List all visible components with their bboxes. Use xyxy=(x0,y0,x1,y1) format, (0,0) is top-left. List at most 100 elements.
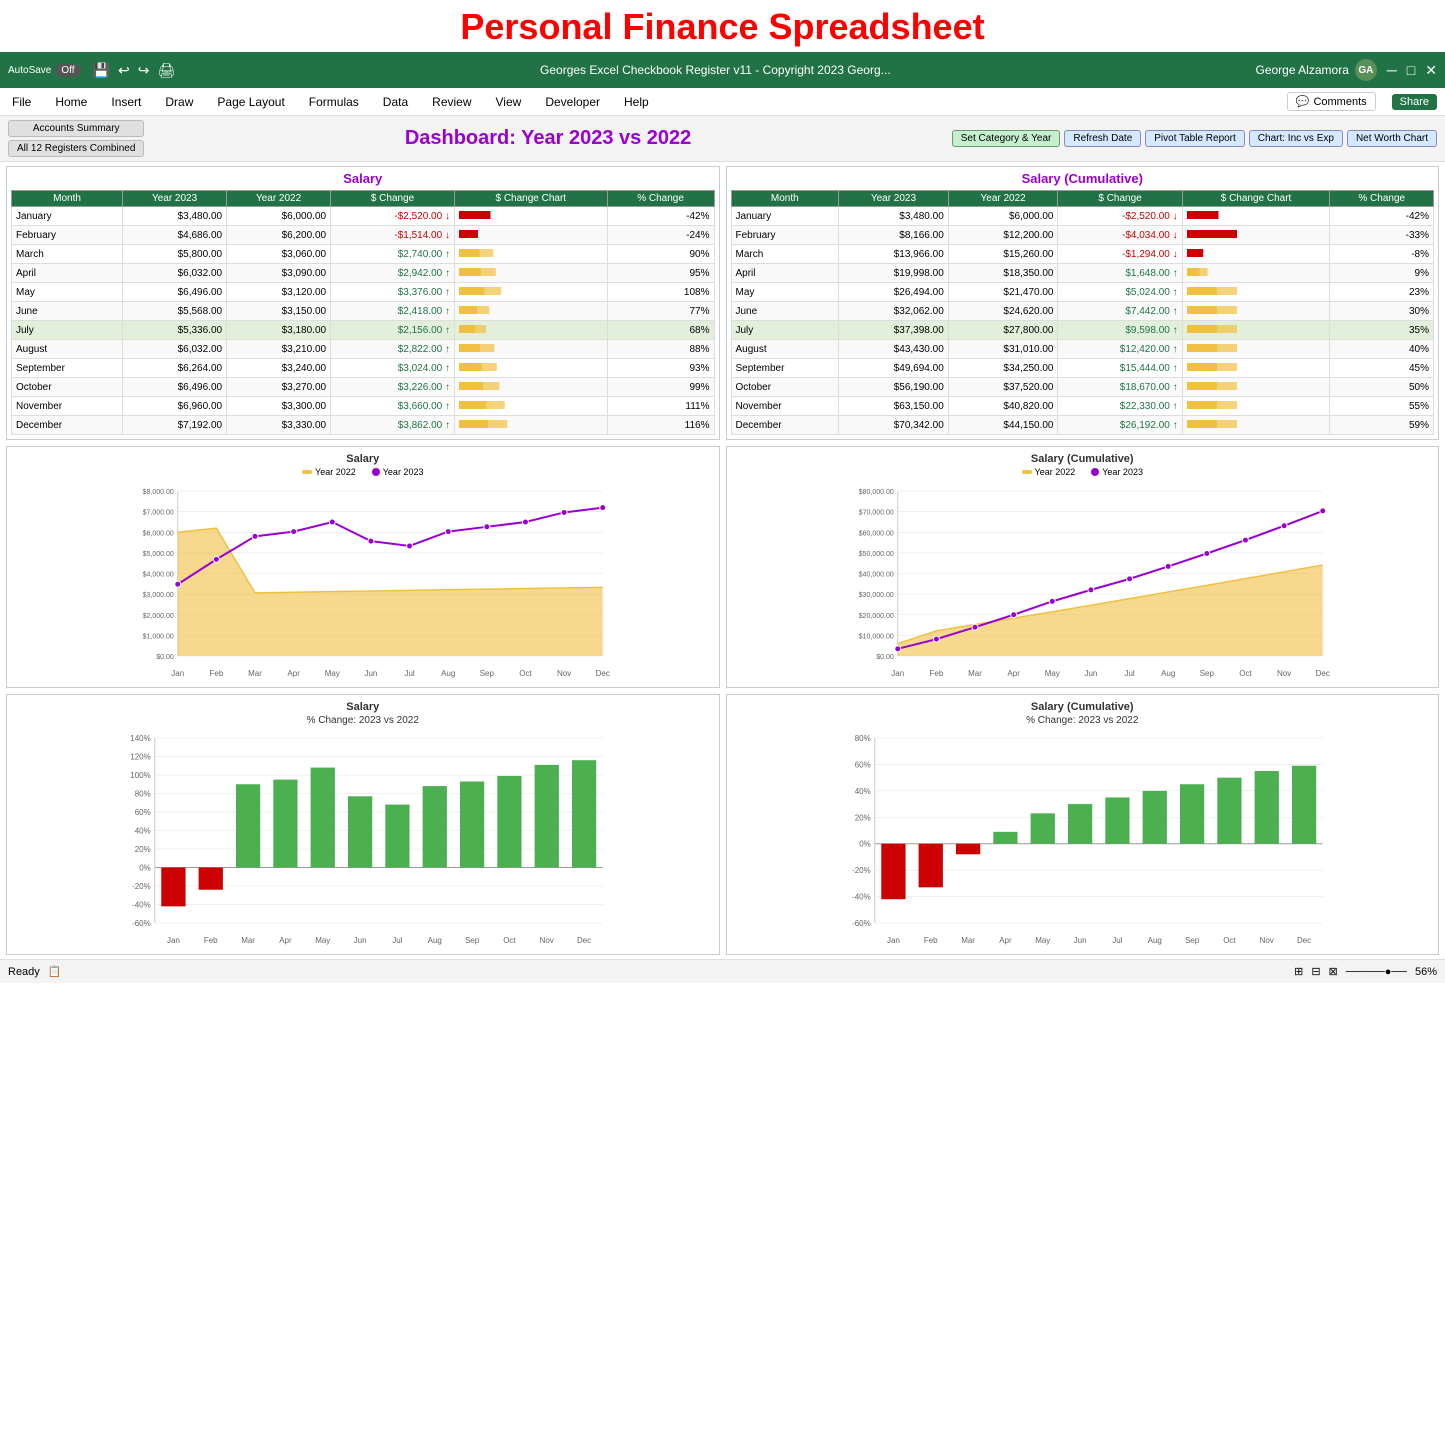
net-worth-button[interactable]: Net Worth Chart xyxy=(1347,130,1437,147)
menu-page-layout[interactable]: Page Layout xyxy=(213,93,288,111)
cell-2022: $6,200.00 xyxy=(227,226,331,245)
svg-text:May: May xyxy=(315,936,330,945)
comments-button[interactable]: 💬 Comments xyxy=(1287,92,1376,111)
menu-insert[interactable]: Insert xyxy=(107,93,145,111)
grid-icon[interactable]: ⊞ xyxy=(1294,965,1303,978)
cell-month: December xyxy=(12,416,123,435)
chart-inc-exp-button[interactable]: Chart: Inc vs Exp xyxy=(1249,130,1343,147)
cell-change: $15,444.00 ↑ xyxy=(1058,359,1182,378)
svg-text:Feb: Feb xyxy=(929,669,943,678)
cell-change: $26,192.00 ↑ xyxy=(1058,416,1182,435)
svg-text:$10,000.00: $10,000.00 xyxy=(858,633,893,640)
cum-legend-2023: Year 2023 xyxy=(1091,467,1143,477)
accounts-summary-button[interactable]: Accounts Summary xyxy=(8,120,144,137)
cell-month: March xyxy=(12,245,123,264)
table-row: December $7,192.00 $3,330.00 $3,862.00 ↑… xyxy=(12,416,715,435)
cell-month: January xyxy=(12,207,123,226)
menu-view[interactable]: View xyxy=(492,93,526,111)
menu-review[interactable]: Review xyxy=(428,93,475,111)
layout-icon[interactable]: ⊟ xyxy=(1311,965,1320,978)
cell-pct: 88% xyxy=(607,340,714,359)
svg-text:$20,000.00: $20,000.00 xyxy=(858,613,893,620)
salary-line-chart-svg: $0.00$1,000.00$2,000.00$3,000.00$4,000.0… xyxy=(13,481,713,681)
cell-change: -$4,034.00 ↓ xyxy=(1058,226,1182,245)
share-button[interactable]: Share xyxy=(1392,94,1437,110)
cell-2023: $6,960.00 xyxy=(123,397,227,416)
table-row: May $6,496.00 $3,120.00 $3,376.00 ↑ 108% xyxy=(12,283,715,302)
svg-text:Oct: Oct xyxy=(503,936,516,945)
cell-chart xyxy=(1182,378,1330,397)
minimize-icon[interactable]: ─ xyxy=(1387,62,1397,79)
svg-text:-40%: -40% xyxy=(852,893,871,902)
ready-label: Ready xyxy=(8,966,40,978)
col-year2023: Year 2023 xyxy=(123,191,227,207)
zoom-slider[interactable]: ─────●── xyxy=(1346,966,1407,978)
print-icon[interactable]: 🖨 xyxy=(157,62,175,79)
svg-text:Nov: Nov xyxy=(1259,936,1273,945)
refresh-date-button[interactable]: Refresh Date xyxy=(1064,130,1141,147)
svg-text:Apr: Apr xyxy=(1007,669,1020,678)
cell-change: $3,862.00 ↑ xyxy=(331,416,455,435)
table-row: August $6,032.00 $3,210.00 $2,822.00 ↑ 8… xyxy=(12,340,715,359)
cell-change: $2,942.00 ↑ xyxy=(331,264,455,283)
table-row: February $4,686.00 $6,200.00 -$1,514.00 … xyxy=(12,226,715,245)
cell-month: May xyxy=(12,283,123,302)
svg-text:$7,000.00: $7,000.00 xyxy=(143,510,174,517)
salary-pct-bar-svg: -60%-40%-20%0%20%40%60%80%100%120%140% J… xyxy=(13,728,713,948)
menu-developer[interactable]: Developer xyxy=(541,93,604,111)
autosave-toggle[interactable]: Off xyxy=(55,64,80,77)
cell-month: September xyxy=(731,359,839,378)
cell-pct: -24% xyxy=(607,226,714,245)
cell-2022: $3,300.00 xyxy=(227,397,331,416)
menu-data[interactable]: Data xyxy=(379,93,412,111)
page-icon[interactable]: ⊠ xyxy=(1329,965,1338,978)
menu-help[interactable]: Help xyxy=(620,93,653,111)
undo-icon[interactable]: ↩ xyxy=(118,62,130,79)
menu-draw[interactable]: Draw xyxy=(161,93,197,111)
svg-text:-20%: -20% xyxy=(852,866,871,875)
col-chart: $ Change Chart xyxy=(454,191,607,207)
autosave-label: AutoSave xyxy=(8,65,51,76)
svg-text:Jul: Jul xyxy=(1112,936,1122,945)
menu-file[interactable]: File xyxy=(8,93,35,111)
all-registers-button[interactable]: All 12 Registers Combined xyxy=(8,140,144,157)
svg-text:Dec: Dec xyxy=(1315,669,1329,678)
svg-text:Feb: Feb xyxy=(923,936,937,945)
set-category-button[interactable]: Set Category & Year xyxy=(952,130,1061,147)
svg-text:Aug: Aug xyxy=(441,669,455,678)
close-icon[interactable]: ✕ xyxy=(1425,62,1437,79)
cell-chart xyxy=(454,359,607,378)
cell-chart xyxy=(454,416,607,435)
cell-pct: -8% xyxy=(1330,245,1434,264)
salary-table-title: Salary xyxy=(11,171,715,186)
cell-pct: 55% xyxy=(1330,397,1434,416)
cell-month: March xyxy=(731,245,839,264)
save-icon[interactable]: 💾 xyxy=(93,62,110,79)
svg-text:$3,000.00: $3,000.00 xyxy=(143,592,174,599)
svg-text:Jan: Jan xyxy=(171,669,184,678)
table-row: April $19,998.00 $18,350.00 $1,648.00 ↑ … xyxy=(731,264,1434,283)
cell-2023: $5,800.00 xyxy=(123,245,227,264)
col-cum-year2023: Year 2023 xyxy=(839,191,949,207)
menu-formulas[interactable]: Formulas xyxy=(305,93,363,111)
salary-cum-pct-bar-svg: -60%-40%-20%0%20%40%60%80% JanFebMarAprM… xyxy=(733,728,1433,948)
svg-text:80%: 80% xyxy=(135,790,151,799)
cell-change: $5,024.00 ↑ xyxy=(1058,283,1182,302)
cell-2023: $6,496.00 xyxy=(123,378,227,397)
cell-chart xyxy=(454,283,607,302)
cell-2023: $56,190.00 xyxy=(839,378,949,397)
svg-text:Jun: Jun xyxy=(1084,669,1097,678)
menu-home[interactable]: Home xyxy=(51,93,91,111)
col-cum-pct: % Change xyxy=(1330,191,1434,207)
maximize-icon[interactable]: □ xyxy=(1407,62,1415,79)
cell-chart xyxy=(454,245,607,264)
table-row: April $6,032.00 $3,090.00 $2,942.00 ↑ 95… xyxy=(12,264,715,283)
pivot-table-button[interactable]: Pivot Table Report xyxy=(1145,130,1245,147)
cell-2022: $6,000.00 xyxy=(227,207,331,226)
svg-text:Mar: Mar xyxy=(241,936,255,945)
redo-icon[interactable]: ↪ xyxy=(138,62,150,79)
svg-text:$0.00: $0.00 xyxy=(876,654,894,661)
salary-bar-chart-box: Salary % Change: 2023 vs 2022 -60%-40%-2… xyxy=(6,694,720,955)
cell-chart xyxy=(454,378,607,397)
svg-text:40%: 40% xyxy=(135,827,151,836)
